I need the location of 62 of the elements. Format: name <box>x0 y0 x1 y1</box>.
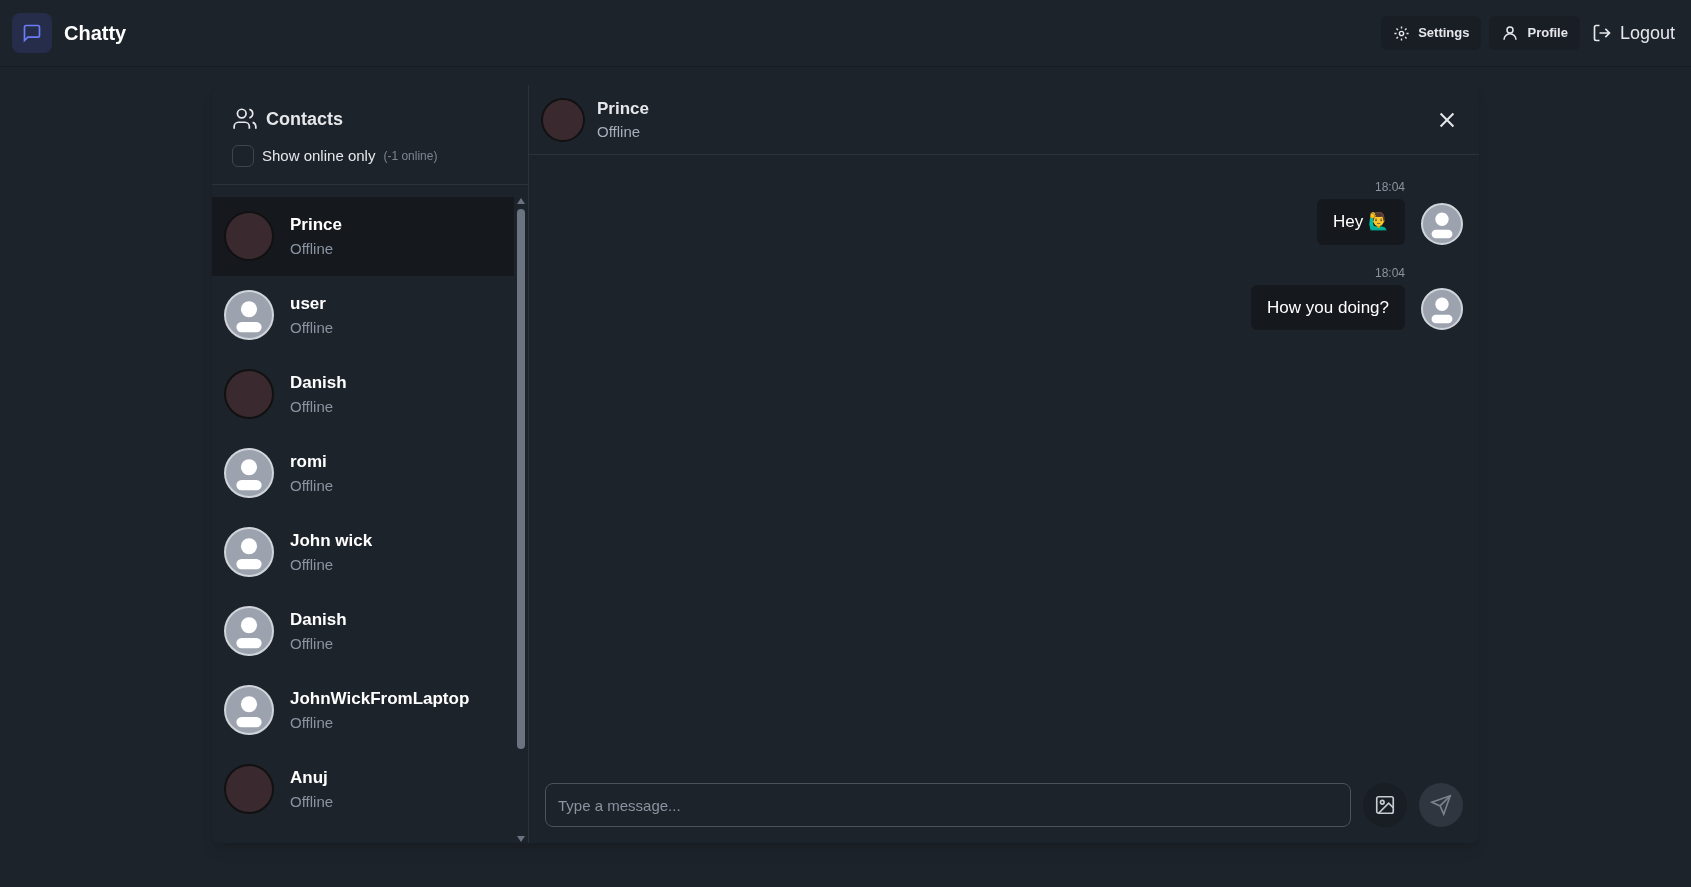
contact-item[interactable]: romi Offline <box>212 433 514 513</box>
contact-status: Offline <box>290 396 335 417</box>
contact-item[interactable]: user Offline <box>212 275 514 355</box>
online-checkbox[interactable] <box>232 145 254 168</box>
send-icon <box>1430 794 1452 816</box>
avatar-photo-placeholder <box>224 369 274 419</box>
contact-name: Prince <box>597 97 649 120</box>
settings-button[interactable]: Settings <box>1381 16 1482 50</box>
contact-item[interactable]: Prince Offline <box>212 196 514 276</box>
contact-name: Danish <box>290 372 347 394</box>
contact-status: Offline <box>290 238 335 259</box>
contact-name: Prince <box>290 214 342 236</box>
contact-item[interactable]: Danish Offline <box>212 591 514 671</box>
contact-name: user <box>290 293 327 315</box>
default-avatar-icon <box>224 448 274 498</box>
contact-item[interactable]: JohnWickFromLaptop Offline <box>212 670 514 750</box>
contact-item[interactable]: Anuj Offline <box>212 749 514 829</box>
avatar-photo-placeholder <box>224 211 274 261</box>
contact-name: romi <box>290 451 328 473</box>
contact-status: Offline <box>290 712 335 733</box>
scroll-up-icon[interactable] <box>516 196 526 205</box>
send-button[interactable] <box>1419 783 1463 827</box>
scrollbar[interactable] <box>514 196 528 843</box>
default-avatar-icon <box>1421 202 1463 245</box>
image-icon <box>1374 794 1396 816</box>
contacts-title: Contacts <box>266 108 343 131</box>
logout-button[interactable]: Logout <box>1587 16 1679 50</box>
user-icon <box>1501 24 1520 42</box>
contact-name: Danish <box>290 609 347 631</box>
message-time: 18:04 <box>1374 264 1405 281</box>
settings-icon <box>1393 24 1411 42</box>
image-button[interactable] <box>1363 783 1407 827</box>
message-bubble: Hey 🙋‍♂ <box>1317 199 1405 245</box>
default-avatar-icon <box>224 290 274 340</box>
message-bubble: How you doing? <box>1251 284 1405 330</box>
default-avatar-icon <box>1421 288 1463 330</box>
default-avatar-icon <box>224 606 274 656</box>
contact-status: Offline <box>290 791 334 812</box>
contact-status: Offline <box>290 475 334 496</box>
contact-item[interactable]: Danish Offline <box>212 354 514 434</box>
contact-name: JohnWickFromLaptop <box>290 688 470 710</box>
app-title: Chatty <box>64 21 127 46</box>
logout-icon <box>1591 23 1612 43</box>
contact-name: Anuj <box>290 767 329 789</box>
message-input[interactable]: Type a message... <box>545 783 1351 827</box>
default-avatar-icon <box>224 527 274 577</box>
profile-button[interactable]: Profile <box>1489 16 1580 50</box>
contact-status: Offline <box>290 554 335 575</box>
contact-status: Offline <box>290 633 335 654</box>
contact-status: Offline <box>597 122 642 142</box>
default-avatar-icon <box>224 685 274 735</box>
avatar-photo-placeholder <box>541 97 585 142</box>
checkbox-label: Show online only <box>262 146 376 166</box>
users-icon <box>232 106 258 132</box>
logo-icon <box>12 13 52 53</box>
contact-status: Offline <box>290 317 334 338</box>
online-count: (-1 online) <box>383 148 438 165</box>
message-time: 18:04 <box>1374 179 1405 195</box>
contact-item[interactable]: John wick Offline <box>212 512 514 592</box>
avatar-photo-placeholder <box>224 764 274 814</box>
scroll-down-icon[interactable] <box>516 835 526 843</box>
contact-name: John wick <box>290 530 373 552</box>
